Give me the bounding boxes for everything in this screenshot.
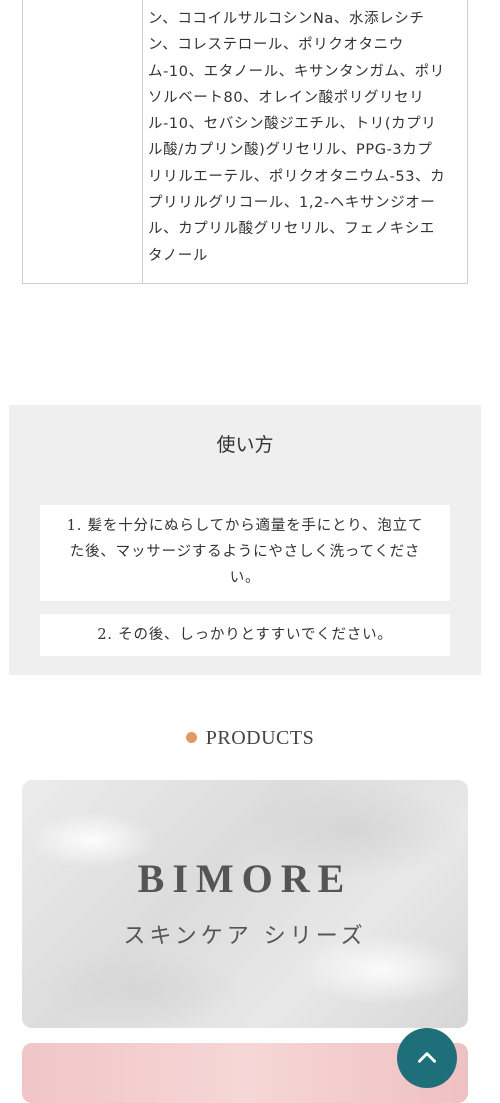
- ingredients-line: ン、ココイルサルコシンNa、水添レシチ: [148, 11, 425, 27]
- ingredients-line: タノール: [148, 247, 208, 264]
- ingredients-line: ム-10、エタノール、キサンタンガム、ポリ: [148, 63, 445, 80]
- banner-title: BIMORE: [137, 856, 353, 901]
- back-to-top-button[interactable]: [397, 1028, 457, 1088]
- products-heading-text: PRODUCTS: [205, 727, 315, 749]
- ingredients-line: ル、カプリル酸グリセリル、フェノキシエ: [148, 221, 435, 238]
- usage-section: 使い方 1. 髪を十分にぬらしてから適量を手にとり、泡立て た後、マッサージする…: [9, 405, 481, 675]
- ingredients-line: ン、コレステロール、ポリクオタニウ: [148, 37, 404, 54]
- usage-step-1-line: 1. 髪を十分にぬらしてから適量を手にとり、泡立て: [66, 518, 424, 534]
- usage-step-1: 1. 髪を十分にぬらしてから適量を手にとり、泡立て た後、マッサージするようにや…: [40, 505, 450, 601]
- banner-subtitle: スキンケア シリーズ: [123, 924, 367, 949]
- bimore-skincare-banner[interactable]: BIMORE スキンケア シリーズ: [22, 780, 468, 1028]
- ingredients-line: リリルエーテル、ポリクオタニウム-53、カ: [148, 168, 446, 185]
- ingredients-line: ル-10、セバシン酸ジエチル、トリ(カプリ: [148, 116, 437, 133]
- usage-step-2: 2. その後、しっかりとすすいでください。: [40, 614, 450, 656]
- ingredients-label-cell: [23, 0, 143, 283]
- bullet-dot-icon: [185, 731, 197, 743]
- ingredients-line: ソルベート80、オレイン酸ポリグリセリ: [148, 89, 425, 106]
- ingredients-text: ン、ココイルサルコシンNa、水添レシチ ン、コレステロール、ポリクオタニウ ム-…: [148, 6, 454, 269]
- chevron-up-icon: [418, 1052, 436, 1063]
- usage-title: 使い方: [216, 434, 274, 456]
- ingredients-line: ル酸/カプリン酸)グリセリル、PPG-3カプ: [148, 142, 433, 159]
- usage-step-1-line: い。: [229, 570, 261, 586]
- ingredients-line: プリリルグリコール、1,2-ヘキサンジオー: [148, 195, 436, 212]
- products-heading: PRODUCTS: [0, 727, 500, 750]
- usage-step-1-line: た後、マッサージするようにやさしく洗ってくださ: [69, 544, 421, 560]
- usage-step-2-text: 2. その後、しっかりとすすいでください。: [97, 627, 393, 643]
